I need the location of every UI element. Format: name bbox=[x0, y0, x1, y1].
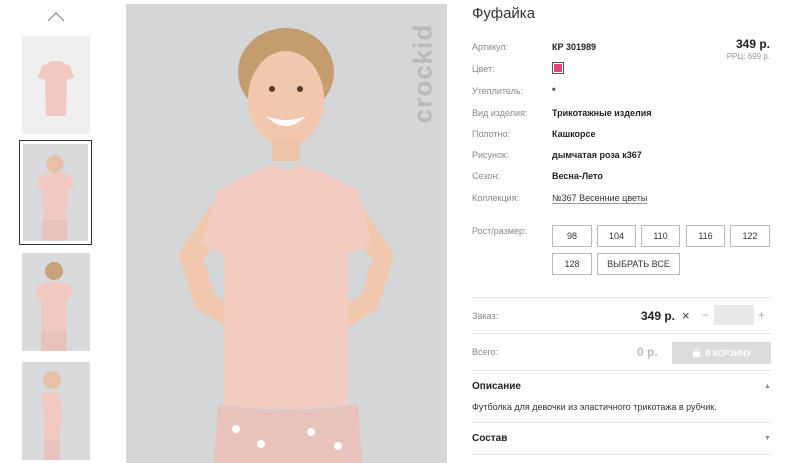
color-swatch-fill bbox=[554, 64, 562, 72]
size-option-128[interactable]: 128 bbox=[552, 253, 592, 275]
description-text: Футболка для девочки из эластичного трик… bbox=[472, 402, 717, 412]
size-option-116[interactable]: 116 bbox=[686, 225, 725, 247]
thumbnail-2[interactable] bbox=[19, 140, 92, 245]
quantity-input[interactable] bbox=[714, 305, 754, 325]
divider bbox=[472, 333, 771, 334]
spec-label: Артикул: bbox=[472, 42, 509, 52]
clear-order-icon[interactable]: × bbox=[682, 308, 690, 323]
main-product-photo[interactable] bbox=[126, 4, 447, 463]
select-all-sizes-button[interactable]: ВЫБРАТЬ ВСЕ bbox=[597, 253, 680, 275]
total-value: 0 р. bbox=[637, 345, 658, 359]
spec-label: Сезон: bbox=[472, 171, 500, 181]
spec-value: Весна-Лето bbox=[552, 171, 603, 181]
thumbnail-1-image bbox=[22, 36, 90, 134]
thumbnail-1[interactable] bbox=[22, 36, 90, 134]
spec-value: Кашкорсе bbox=[552, 129, 596, 139]
chevron-up-icon bbox=[47, 12, 65, 22]
size-option-110[interactable]: 110 bbox=[641, 225, 680, 247]
composition-section-title[interactable]: Состав bbox=[472, 433, 507, 444]
quantity-increase-button[interactable]: + bbox=[758, 308, 765, 322]
divider bbox=[472, 454, 771, 455]
spec-label: Вид изделия: bbox=[472, 108, 528, 118]
color-swatch[interactable] bbox=[552, 62, 564, 74]
collection-link[interactable]: №367 Весенние цветы bbox=[552, 193, 647, 203]
spec-label: Полотно: bbox=[472, 129, 511, 139]
add-to-cart-button[interactable]: В КОРЗИНУ bbox=[672, 342, 771, 364]
quantity-decrease-button[interactable]: − bbox=[702, 308, 709, 322]
cart-icon bbox=[692, 348, 701, 357]
thumbnail-4-image bbox=[22, 362, 90, 460]
thumbnail-3-image bbox=[22, 253, 90, 351]
divider bbox=[472, 422, 771, 423]
collapse-triangle-icon[interactable]: ▲ bbox=[764, 383, 771, 390]
thumbnail-2-image bbox=[23, 144, 88, 241]
divider bbox=[472, 370, 771, 371]
thumbnail-4[interactable] bbox=[22, 362, 90, 460]
spec-value: дымчатая роза к367 bbox=[552, 150, 642, 160]
order-price: 349 р. bbox=[641, 309, 676, 323]
spec-label: Рисунок: bbox=[472, 150, 509, 160]
spec-value: КР 301989 bbox=[552, 42, 597, 52]
spec-label: Цвет: bbox=[472, 64, 495, 74]
spec-value: Трикотажные изделия bbox=[552, 108, 652, 118]
spec-label: Коллекция: bbox=[472, 193, 520, 203]
divider bbox=[472, 297, 771, 298]
sizes-label: Рост/размер: bbox=[472, 226, 527, 236]
total-label: Всего: bbox=[472, 347, 499, 357]
order-label: Заказ: bbox=[472, 311, 499, 321]
recommended-retail-price: РРЦ: 699 р. bbox=[726, 52, 770, 61]
expand-triangle-icon[interactable]: ▼ bbox=[764, 435, 771, 442]
brand-logo-text: crockid bbox=[407, 23, 438, 124]
product-photo-image bbox=[126, 4, 447, 463]
size-option-104[interactable]: 104 bbox=[597, 225, 636, 247]
brand-watermark: crockid bbox=[407, 8, 438, 138]
spec-value: * bbox=[552, 86, 556, 96]
size-option-122[interactable]: 122 bbox=[730, 225, 770, 247]
thumbnails-up-arrow[interactable] bbox=[47, 10, 65, 24]
size-option-98[interactable]: 98 bbox=[552, 225, 592, 247]
spec-label: Утеплитель: bbox=[472, 86, 524, 96]
description-section-title[interactable]: Описание bbox=[472, 381, 521, 392]
product-title: Фуфайка bbox=[472, 5, 536, 22]
add-to-cart-label: В КОРЗИНУ bbox=[705, 348, 751, 358]
thumbnail-3[interactable] bbox=[22, 253, 90, 351]
product-price: 349 р. bbox=[735, 37, 770, 51]
